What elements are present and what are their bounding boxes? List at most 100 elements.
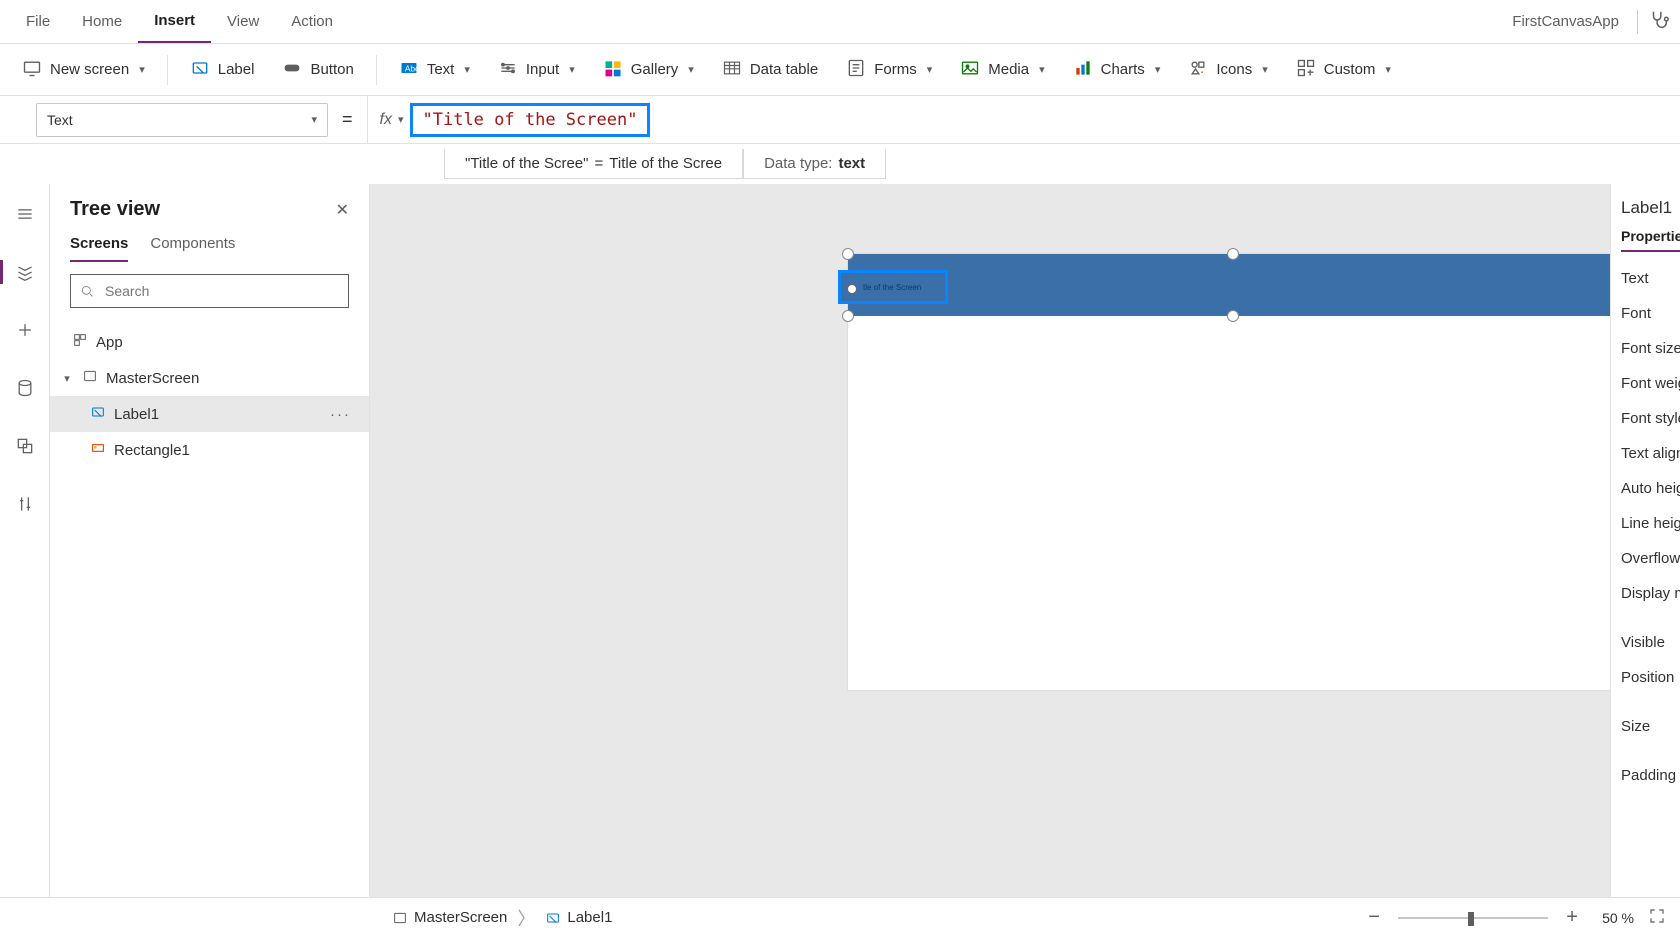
app-icon	[72, 332, 88, 352]
menu-view[interactable]: View	[211, 0, 275, 43]
charts-icon	[1073, 58, 1093, 82]
selected-label-control[interactable]: tle of the Screen	[838, 270, 948, 304]
insert-button[interactable]	[5, 314, 45, 346]
text-icon: Abc	[399, 58, 419, 82]
prop-text[interactable]: Text	[1611, 270, 1680, 287]
left-rail	[0, 184, 50, 897]
menu-action[interactable]: Action	[275, 0, 349, 43]
more-icon[interactable]: ···	[330, 406, 369, 423]
tab-components[interactable]: Components	[150, 235, 235, 262]
tab-properties[interactable]: Properties	[1621, 228, 1680, 252]
tree-node-masterscreen[interactable]: ▾ MasterScreen	[50, 360, 369, 396]
forms-dropdown[interactable]: Forms ▾	[834, 52, 944, 88]
menu-file[interactable]: File	[10, 0, 66, 43]
resize-handle[interactable]	[847, 284, 857, 294]
data-table-icon	[722, 58, 742, 82]
prop-padding[interactable]: Padding	[1611, 767, 1680, 784]
data-type-label: Data type:	[764, 155, 832, 172]
label-icon	[545, 910, 561, 926]
advanced-tools-button[interactable]	[5, 488, 45, 520]
prop-visible[interactable]: Visible	[1611, 634, 1680, 651]
tree-node-label1[interactable]: Label1 ···	[50, 396, 369, 432]
chevron-down-icon[interactable]: ▾	[398, 113, 404, 126]
chevron-down-icon: ▾	[139, 63, 145, 76]
canvas-stage[interactable]	[848, 254, 1610, 690]
search-input[interactable]	[103, 282, 340, 300]
prop-line-height[interactable]: Line height	[1611, 515, 1680, 532]
prop-font-style[interactable]: Font style	[1611, 410, 1680, 427]
formula-input[interactable]: "Title of the Screen"	[423, 110, 638, 130]
zoom-in-button[interactable]: +	[1562, 906, 1582, 929]
tree-view-button[interactable]	[5, 256, 45, 288]
formula-result-bar: "Title of the Scree" = Title of the Scre…	[0, 144, 1680, 184]
icons-dropdown[interactable]: Icons ▾	[1176, 52, 1279, 88]
breadcrumb: MasterScreen 〉 Label1	[14, 905, 612, 931]
zoom-slider[interactable]	[1398, 917, 1548, 919]
button-button[interactable]: Button	[270, 52, 365, 88]
gallery-icon	[603, 58, 623, 82]
formula-result-chip: "Title of the Scree" = Title of the Scre…	[444, 149, 743, 179]
forms-icon	[846, 58, 866, 82]
app-name-label: FirstCanvasApp	[1512, 13, 1627, 30]
selected-rectangle[interactable]	[848, 254, 1610, 316]
custom-dropdown[interactable]: Custom ▾	[1284, 52, 1403, 88]
formula-bar: Text ▾ = fx ▾ "Title of the Screen"	[0, 96, 1680, 144]
close-icon[interactable]: ✕	[336, 200, 349, 220]
tree-node-label: Rectangle1	[114, 442, 190, 459]
breadcrumb-label: Label1	[567, 909, 612, 926]
breadcrumb-screen[interactable]: MasterScreen	[392, 909, 507, 926]
tree-view-panel: Tree view ✕ Screens Components App ▾ Mas…	[50, 184, 370, 897]
gallery-dropdown[interactable]: Gallery ▾	[591, 52, 706, 88]
prop-text-align[interactable]: Text alignm	[1611, 445, 1680, 462]
expander-icon[interactable]: ▾	[60, 372, 74, 385]
custom-icon	[1296, 58, 1316, 82]
media-rail-button[interactable]	[5, 430, 45, 462]
property-selector[interactable]: Text ▾	[36, 103, 328, 137]
menu-insert[interactable]: Insert	[138, 0, 211, 43]
custom-label: Custom	[1324, 61, 1376, 78]
text-dropdown[interactable]: Abc Text ▾	[387, 52, 482, 88]
new-screen-button[interactable]: New screen ▾	[10, 52, 157, 88]
prop-size[interactable]: Size	[1611, 718, 1680, 735]
data-type-value: text	[838, 155, 865, 172]
fx-button[interactable]: fx	[380, 111, 392, 129]
tab-screens[interactable]: Screens	[70, 235, 128, 262]
tree-node-app[interactable]: App	[50, 324, 369, 360]
prop-font-size[interactable]: Font size	[1611, 340, 1680, 357]
rectangle-icon	[90, 440, 106, 460]
prop-font[interactable]: Font	[1611, 305, 1680, 322]
label-button[interactable]: Label	[178, 52, 267, 88]
tree-node-label: Label1	[114, 406, 159, 423]
hamburger-button[interactable]	[5, 198, 45, 230]
media-dropdown[interactable]: Media ▾	[948, 52, 1056, 88]
menu-home[interactable]: Home	[66, 0, 138, 43]
tree-search[interactable]	[70, 274, 349, 308]
screen-icon	[22, 58, 42, 82]
prop-position[interactable]: Position	[1611, 669, 1680, 686]
input-dropdown[interactable]: Input ▾	[486, 52, 587, 88]
charts-dropdown[interactable]: Charts ▾	[1061, 52, 1173, 88]
prop-overflow[interactable]: Overflow	[1611, 550, 1680, 567]
zoom-out-button[interactable]: −	[1364, 906, 1384, 929]
prop-font-weight[interactable]: Font weight	[1611, 375, 1680, 392]
tree-node-rectangle1[interactable]: Rectangle1	[50, 432, 369, 468]
fit-to-window-button[interactable]	[1648, 907, 1666, 928]
status-bar: MasterScreen 〉 Label1 − + 50 %	[0, 897, 1680, 937]
gallery-label: Gallery	[631, 61, 679, 78]
data-button[interactable]	[5, 372, 45, 404]
media-label: Media	[988, 61, 1029, 78]
breadcrumb-label1[interactable]: Label1	[545, 909, 612, 926]
tree-node-label: App	[96, 334, 123, 351]
chevron-down-icon: ▾	[1262, 63, 1268, 76]
chevron-down-icon: ▾	[311, 113, 317, 126]
data-table-button[interactable]: Data table	[710, 52, 830, 88]
data-type-chip: Data type: text	[743, 149, 886, 179]
zoom-thumb[interactable]	[1468, 912, 1474, 926]
app-checker-icon[interactable]	[1648, 9, 1670, 34]
prop-display-mode[interactable]: Display mo	[1611, 585, 1680, 602]
prop-auto-height[interactable]: Auto height	[1611, 480, 1680, 497]
label-label: Label	[218, 61, 255, 78]
tree-view-title: Tree view	[70, 198, 160, 221]
data-table-label: Data table	[750, 61, 818, 78]
canvas[interactable]: tle of the Screen	[370, 184, 1610, 897]
